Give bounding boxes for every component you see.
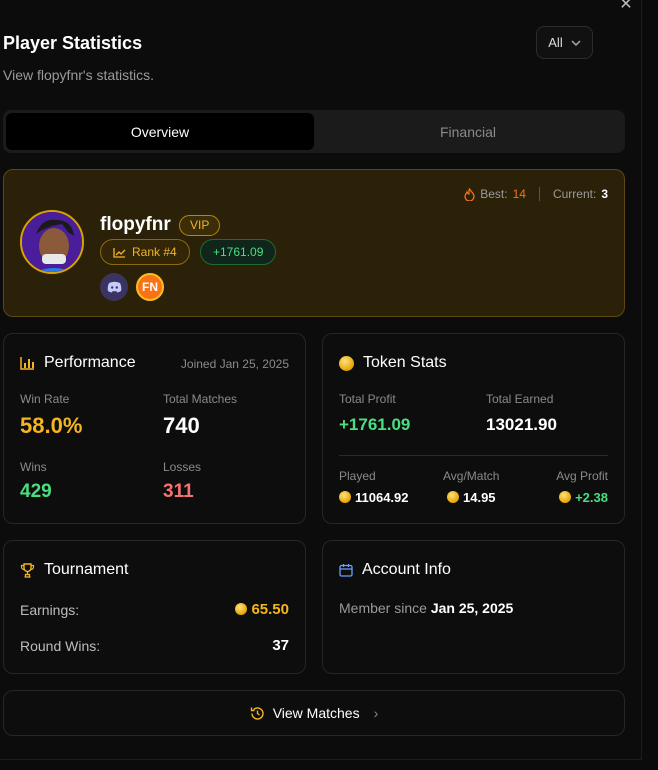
history-icon <box>250 706 264 720</box>
played-stat: 11064.92 <box>339 490 409 505</box>
losses-value: 311 <box>163 481 194 502</box>
profit-badge: +1761.09 <box>200 239 277 265</box>
member-since-value: Jan 25, 2025 <box>430 600 514 616</box>
win-rate-label: Win Rate <box>20 392 70 406</box>
rank-badge: Rank #4 <box>100 239 190 265</box>
earnings-label: Earnings: <box>20 602 80 618</box>
coin-icon <box>339 491 351 503</box>
calendar-icon <box>339 564 353 577</box>
rank-label: Rank #4 <box>132 245 177 259</box>
vip-badge: VIP <box>179 215 221 236</box>
best-label: Best: <box>480 187 508 201</box>
tournament-title-text: Tournament <box>44 561 129 578</box>
wins-label: Wins <box>20 460 47 474</box>
member-since: Member since Jan 25, 2025 <box>339 600 513 616</box>
account-info-card: Account Info Member since Jan 25, 2025 <box>322 540 625 674</box>
token-stats-card: Token Stats Total Profit +1761.09 Total … <box>322 333 625 524</box>
token-stats-title-text: Token Stats <box>363 354 447 371</box>
discord-icon <box>107 281 121 293</box>
performance-card: Performance Joined Jan 25, 2025 Win Rate… <box>3 333 306 524</box>
tab-bar: Overview Financial <box>3 110 625 153</box>
round-wins-label: Round Wins: <box>20 638 101 654</box>
played-value: 11064.92 <box>355 490 409 505</box>
account-info-title: Account Info <box>339 561 451 579</box>
performance-title: Performance <box>20 354 136 372</box>
current-value: 3 <box>601 187 608 201</box>
close-icon[interactable]: ✕ <box>617 0 635 14</box>
avg-profit-stat: +2.38 <box>559 490 608 505</box>
total-profit-label: Total Profit <box>339 392 396 406</box>
tab-financial[interactable]: Financial <box>314 113 622 150</box>
earnings-value: 65.50 <box>251 601 289 618</box>
trophy-icon <box>20 562 35 578</box>
coin-icon <box>235 603 248 615</box>
chevron-down-icon <box>571 39 581 46</box>
streak-info: Best: 14 Current: 3 <box>464 187 608 201</box>
token-stats-title: Token Stats <box>339 354 447 372</box>
coin-icon <box>447 491 459 503</box>
total-earned-value: 13021.90 <box>486 415 557 434</box>
tournament-card: Tournament Earnings: 65.50 Round Wins: 3… <box>3 540 306 674</box>
tournament-title: Tournament <box>20 561 129 579</box>
total-matches-label: Total Matches <box>163 392 238 406</box>
avg-profit-label: Avg Profit <box>556 469 608 483</box>
member-since-label: Member since <box>339 600 427 616</box>
current-label: Current: <box>552 187 597 201</box>
avg-match-label: Avg/Match <box>443 469 500 483</box>
played-label: Played <box>339 469 376 483</box>
win-rate-value: 58.0% <box>20 413 83 438</box>
chevron-right-icon: › <box>373 705 379 721</box>
avg-match-value: 14.95 <box>463 490 496 505</box>
username: flopyfnr <box>100 214 171 235</box>
trend-icon <box>113 247 126 258</box>
filter-select-value: All <box>548 35 563 50</box>
discord-link[interactable] <box>100 273 128 301</box>
view-matches-button[interactable]: View Matches › <box>3 690 625 736</box>
avatar <box>20 210 84 274</box>
player-statistics-modal: ✕ Player Statistics View flopyfnr's stat… <box>0 0 642 760</box>
account-info-title-text: Account Info <box>362 561 451 578</box>
total-profit-value: +1761.09 <box>339 415 411 434</box>
page-title: Player Statistics <box>3 33 143 53</box>
coin-icon <box>559 491 572 503</box>
fortnite-link[interactable]: FN <box>136 273 164 301</box>
filter-select[interactable]: All <box>536 26 593 59</box>
losses-label: Losses <box>163 460 202 474</box>
round-wins-value: 37 <box>272 637 289 654</box>
streak-divider <box>538 187 540 201</box>
wins-value: 429 <box>20 481 52 502</box>
performance-title-text: Performance <box>44 354 136 371</box>
joined-date: Joined Jan 25, 2025 <box>180 357 289 371</box>
bar-chart-icon <box>20 357 34 370</box>
flame-icon <box>464 187 475 201</box>
profile-card: Best: 14 Current: 3 flopyfnr VIP Rank #4… <box>3 169 625 317</box>
token-divider <box>339 455 608 456</box>
best-value: 14 <box>512 187 526 201</box>
total-earned-label: Total Earned <box>486 392 554 406</box>
total-matches-value: 740 <box>163 413 200 438</box>
tab-overview[interactable]: Overview <box>6 113 314 150</box>
avg-match-stat: 14.95 <box>447 490 496 505</box>
avg-profit-value: +2.38 <box>575 490 608 505</box>
page-subtitle: View flopyfnr's statistics. <box>3 67 155 83</box>
earnings-stat: 65.50 <box>235 601 289 618</box>
coin-icon <box>339 355 354 371</box>
view-matches-label: View Matches <box>272 705 360 721</box>
